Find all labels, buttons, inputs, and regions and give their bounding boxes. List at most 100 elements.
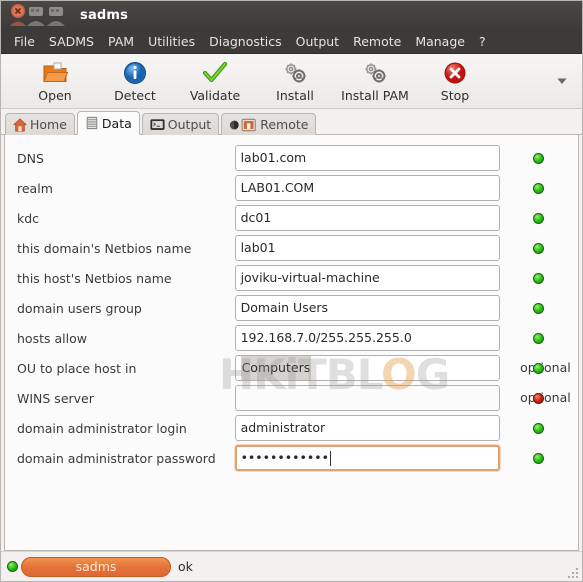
tab-remote-label: Remote xyxy=(260,117,309,132)
menu-bar: File SADMS PAM Utilities Diagnostics Out… xyxy=(1,29,582,54)
status-dot-green xyxy=(533,183,545,194)
tab-output-label: Output xyxy=(167,117,212,132)
status-dot-green xyxy=(533,423,545,434)
tab-home-label: Home xyxy=(30,117,67,132)
menu-manage[interactable]: Manage xyxy=(408,31,472,52)
status-admin-password xyxy=(508,445,578,471)
input-ou[interactable]: Computers xyxy=(234,355,501,381)
menu-output[interactable]: Output xyxy=(289,31,346,52)
form-row-admin-login: domain administrator login administrator xyxy=(5,413,578,443)
toolbar-install-pam-label: Install PAM xyxy=(341,87,409,103)
input-host-netbios-name[interactable]: joviku-virtual-machine xyxy=(234,265,501,291)
menu-sadms[interactable]: SADMS xyxy=(42,31,101,52)
label-hosts-allow: hosts allow xyxy=(17,330,87,346)
status-domain-netbios-name xyxy=(508,235,578,261)
gears-icon xyxy=(362,60,388,86)
checkmark-icon xyxy=(202,60,228,86)
input-admin-password-value: •••••••••••• xyxy=(240,450,330,465)
optional-label: optional xyxy=(520,390,571,405)
form-row-hosts-allow: hosts allow 192.168.7.0/255.255.255.0 xyxy=(5,323,578,353)
domain-settings-form: DNS lab01.com realm LAB01.COM kdc dc01 t… xyxy=(5,135,578,473)
toolbar-open-label: Open xyxy=(38,87,72,103)
toolbar-validate-label: Validate xyxy=(189,87,241,103)
text-caret xyxy=(330,450,332,466)
form-row-wins-server: WINS server optional xyxy=(5,383,578,413)
optional-label: optional xyxy=(520,360,571,375)
menu-pam[interactable]: PAM xyxy=(101,31,141,52)
status-dot-red xyxy=(533,393,545,404)
toolbar-install-button[interactable]: Install xyxy=(255,57,335,106)
form-row-realm: realm LAB01.COM xyxy=(5,173,578,203)
input-admin-login[interactable]: administrator xyxy=(234,415,501,441)
label-wins-server: WINS server xyxy=(17,390,94,406)
status-domain-users-group xyxy=(508,295,578,321)
status-green-dot xyxy=(7,561,18,572)
home-icon xyxy=(13,117,27,131)
chevron-down-icon xyxy=(557,78,567,84)
input-ou-value: Computers xyxy=(240,356,312,380)
status-dot-green xyxy=(533,333,545,344)
form-row-domain-users-group: domain users group Domain Users xyxy=(5,293,578,323)
status-dot-green xyxy=(533,153,545,164)
toolbar-open-button[interactable]: Open xyxy=(15,57,95,106)
status-dot-green xyxy=(533,363,545,374)
status-bar: sadms ok xyxy=(1,551,582,581)
menu-file[interactable]: File xyxy=(7,31,42,52)
form-row-ou: OU to place host in Computers optional xyxy=(5,353,578,383)
resize-grip[interactable] xyxy=(567,567,579,579)
form-row-admin-password: domain administrator password ••••••••••… xyxy=(5,443,578,473)
menu-utilities[interactable]: Utilities xyxy=(141,31,202,52)
toolbar-stop-button[interactable]: Stop xyxy=(415,57,495,106)
input-domain-users-group[interactable]: Domain Users xyxy=(234,295,501,321)
window-title: sadms xyxy=(80,7,129,23)
status-dot-green xyxy=(533,273,545,284)
sadms-app-icon xyxy=(7,3,71,27)
toolbar-detect-button[interactable]: Detect xyxy=(95,57,175,106)
stop-error-icon xyxy=(443,60,467,86)
title-bar: sadms xyxy=(1,1,582,29)
toolbar-install-pam-button[interactable]: Install PAM xyxy=(335,57,415,106)
status-dot-green xyxy=(533,303,545,314)
toolbar-stop-label: Stop xyxy=(440,87,470,103)
data-panel: DNS lab01.com realm LAB01.COM kdc dc01 t… xyxy=(4,135,579,551)
tab-data[interactable]: Data xyxy=(76,111,140,135)
tab-strip: Home Data Output Remote xyxy=(1,109,582,135)
input-domain-netbios-name[interactable]: lab01 xyxy=(234,235,501,261)
label-host-netbios-name: this host's Netbios name xyxy=(17,270,172,286)
label-ou: OU to place host in xyxy=(17,360,137,376)
label-realm: realm xyxy=(17,180,53,196)
label-admin-login: domain administrator login xyxy=(17,420,187,436)
tab-home[interactable]: Home xyxy=(5,113,75,135)
toolbar-validate-button[interactable]: Validate xyxy=(175,57,255,106)
input-hosts-allow[interactable]: 192.168.7.0/255.255.255.0 xyxy=(234,325,501,351)
label-dns: DNS xyxy=(17,150,44,166)
menu-remote[interactable]: Remote xyxy=(346,31,408,52)
gears-icon xyxy=(282,60,308,86)
label-domain-netbios-name: this domain's Netbios name xyxy=(17,240,192,256)
folder-open-icon xyxy=(42,60,68,86)
status-wins-server: optional xyxy=(508,385,578,411)
status-kdc xyxy=(508,205,578,231)
status-realm xyxy=(508,175,578,201)
menu-diagnostics[interactable]: Diagnostics xyxy=(202,31,289,52)
info-icon xyxy=(123,60,147,86)
input-admin-password[interactable]: •••••••••••• xyxy=(234,445,501,471)
toolbar-detect-label: Detect xyxy=(114,87,156,103)
toolbar-install-label: Install xyxy=(276,87,314,103)
status-dns xyxy=(508,145,578,171)
input-wins-server[interactable] xyxy=(234,385,501,411)
input-kdc[interactable]: dc01 xyxy=(234,205,501,231)
menu-help[interactable]: ? xyxy=(472,31,493,52)
sadms-window: sadms File SADMS PAM Utilities Diagnosti… xyxy=(0,0,583,582)
status-dot-green xyxy=(533,213,545,224)
progress-indicator: sadms xyxy=(21,556,171,577)
terminal-icon xyxy=(150,118,165,130)
toolbar: Open Detect Validate Install Install PAM… xyxy=(1,54,582,109)
tab-remote[interactable]: Remote xyxy=(221,113,317,135)
status-message: ok xyxy=(178,559,193,574)
toolbar-overflow-button[interactable] xyxy=(550,54,574,108)
form-row-dns: DNS lab01.com xyxy=(5,143,578,173)
input-dns[interactable]: lab01.com xyxy=(234,145,501,171)
input-realm[interactable]: LAB01.COM xyxy=(234,175,501,201)
tab-output[interactable]: Output xyxy=(141,113,220,135)
